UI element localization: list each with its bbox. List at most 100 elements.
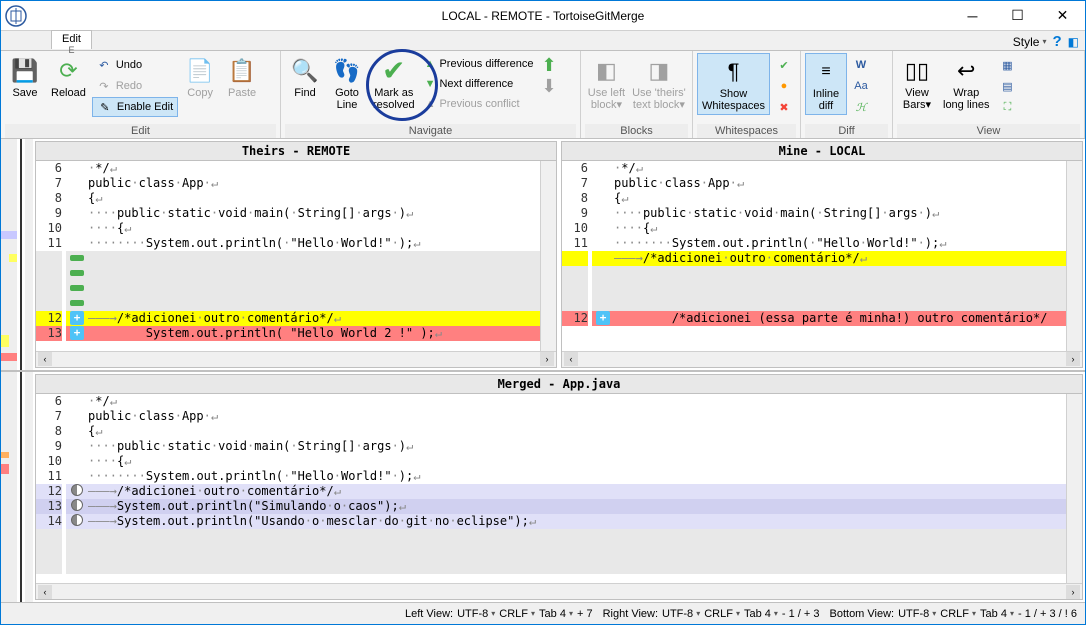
arrow-down-icon: ▼ xyxy=(425,78,436,90)
right-diff-count: - 1 / + 3 xyxy=(782,608,820,620)
left-enc-dropdown[interactable]: UTF-8 xyxy=(457,608,495,620)
group-label-edit: Edit xyxy=(5,124,276,138)
ws-option1-button[interactable]: ✔ xyxy=(772,55,796,75)
nav-down-icon[interactable]: ⬇ xyxy=(541,76,556,97)
diff-opt2-button[interactable]: Aa xyxy=(849,76,873,96)
window-title: LOCAL - REMOTE - TortoiseGitMerge xyxy=(442,9,645,23)
maximize-button[interactable]: ☐ xyxy=(995,1,1040,30)
block-theirs-icon: ◨ xyxy=(643,55,675,87)
view-bars-button[interactable]: ▯▯ View Bars▾ xyxy=(897,53,937,113)
merged-pane: Merged - App.java 67891011121314 ·*/↵pub… xyxy=(35,374,1083,601)
inline-diff-icon: ≡ xyxy=(810,56,842,88)
reload-icon: ⟳ xyxy=(52,55,84,87)
group-label-diff: Diff xyxy=(805,124,888,138)
find-icon: 🔍 xyxy=(289,55,321,87)
theirs-code[interactable]: 678910111213 ++ ·*/↵public·class·App·↵{↵… xyxy=(36,161,556,351)
bottom-tab-dropdown[interactable]: Tab 4 xyxy=(980,608,1014,620)
paste-icon: 📋 xyxy=(226,55,258,87)
merged-hscroll[interactable]: ‹› xyxy=(36,583,1082,599)
group-label-navigate: Navigate xyxy=(285,124,576,138)
save-icon: 💾 xyxy=(9,55,41,87)
minimize-button[interactable]: ─ xyxy=(950,1,995,30)
diff-opt1-button[interactable]: W xyxy=(849,55,873,75)
use-left-button[interactable]: ◧ Use left block▾ xyxy=(585,53,628,113)
wrap-lines-button[interactable]: ↩ Wrap long lines xyxy=(939,53,993,113)
bottom-enc-dropdown[interactable]: UTF-8 xyxy=(898,608,936,620)
goto-line-button[interactable]: 👣 Goto Line xyxy=(327,53,367,113)
bottom-diff-count: - 1 / + 3 / ! 6 xyxy=(1018,608,1077,620)
right-eol-dropdown[interactable]: CRLF xyxy=(704,608,740,620)
arrow-up-icon: ▲ xyxy=(425,98,436,110)
arrow-up-icon: ▲ xyxy=(425,58,436,70)
goto-icon: 👣 xyxy=(331,55,363,87)
edit-icon: ✎ xyxy=(97,99,113,115)
layout1-icon: ▦ xyxy=(999,57,1015,73)
left-diff-count: + 7 xyxy=(577,608,593,620)
save-button[interactable]: 💾 Save xyxy=(5,53,45,101)
right-enc-dropdown[interactable]: UTF-8 xyxy=(662,608,700,620)
prev-diff-button[interactable]: ▲Previous difference xyxy=(421,55,538,73)
right-tab-dropdown[interactable]: Tab 4 xyxy=(744,608,778,620)
app-icon xyxy=(1,1,31,31)
group-label-whitespaces: Whitespaces xyxy=(697,124,796,138)
merged-vscroll[interactable] xyxy=(1066,394,1082,584)
copy-button[interactable]: 📄 Copy xyxy=(180,53,220,101)
wrap-icon: ↩ xyxy=(950,55,982,87)
group-label-view: View xyxy=(897,124,1080,138)
help-icon[interactable]: ? xyxy=(1052,33,1061,50)
paste-button[interactable]: 📋 Paste xyxy=(222,53,262,101)
reload-button[interactable]: ⟳ Reload xyxy=(47,53,90,101)
ws-option2-button[interactable]: ● xyxy=(772,76,796,96)
mine-vscroll[interactable] xyxy=(1066,161,1082,351)
mark-resolved-button[interactable]: ✔ Mark as resolved xyxy=(369,53,419,113)
merged-header: Merged - App.java xyxy=(36,375,1082,394)
show-whitespaces-button[interactable]: ¶ Show Whitespaces xyxy=(697,53,770,115)
diff-opt3-button[interactable]: ℋ xyxy=(849,97,873,117)
mine-hscroll[interactable]: ‹› xyxy=(562,351,1082,367)
check-icon: ✔ xyxy=(378,55,410,87)
left-eol-dropdown[interactable]: CRLF xyxy=(499,608,535,620)
style-dropdown[interactable]: Style xyxy=(1013,35,1047,49)
view-opt2-button[interactable]: ▤ xyxy=(995,76,1019,96)
expand-icon: ⛶ xyxy=(999,99,1015,115)
w-icon: W xyxy=(853,57,869,73)
mine-header: Mine - LOCAL xyxy=(562,142,1082,161)
bottom-view-label: Bottom View: xyxy=(830,608,895,620)
inline-diff-button[interactable]: ≡ Inline diff xyxy=(805,53,847,115)
dot-icon: ● xyxy=(776,78,792,94)
mine-pane: Mine - LOCAL 6789101112 + ·*/↵public·cla… xyxy=(561,141,1083,368)
next-diff-button[interactable]: ▼Next difference xyxy=(421,75,538,93)
theirs-vscroll[interactable] xyxy=(540,161,556,351)
right-view-label: Right View: xyxy=(603,608,658,620)
script-icon: ℋ xyxy=(853,99,869,115)
view-opt3-button[interactable]: ⛶ xyxy=(995,97,1019,117)
overview-gutter-merged[interactable] xyxy=(1,372,33,603)
nav-up-icon[interactable]: ⬆ xyxy=(541,55,556,76)
view-opt1-button[interactable]: ▦ xyxy=(995,55,1019,75)
ws-option3-button[interactable]: ✖ xyxy=(772,97,796,117)
enable-edit-button[interactable]: ✎Enable Edit xyxy=(92,97,178,117)
sidebar-toggle-icon[interactable]: ◧ xyxy=(1068,35,1079,49)
aa-icon: Aa xyxy=(853,78,869,94)
find-button[interactable]: 🔍 Find xyxy=(285,53,325,101)
bars-icon: ▯▯ xyxy=(901,55,933,87)
close-button[interactable]: ✕ xyxy=(1040,1,1085,30)
mine-code[interactable]: 6789101112 + ·*/↵public·class·App·↵{↵···… xyxy=(562,161,1082,351)
bottom-eol-dropdown[interactable]: CRLF xyxy=(940,608,976,620)
theirs-hscroll[interactable]: ‹› xyxy=(36,351,556,367)
copy-icon: 📄 xyxy=(184,55,216,87)
overview-gutter-left[interactable] xyxy=(1,139,33,370)
undo-button[interactable]: ↶Undo xyxy=(92,55,178,75)
theirs-pane: Theirs - REMOTE 678910111213 ++ ·*/↵publ… xyxy=(35,141,557,368)
layout2-icon: ▤ xyxy=(999,78,1015,94)
redo-button[interactable]: ↷Redo xyxy=(92,76,178,96)
x-red-icon: ✖ xyxy=(776,99,792,115)
tab-edit[interactable]: Edit E xyxy=(51,30,92,49)
use-theirs-button[interactable]: ◨ Use 'theirs' text block▾ xyxy=(630,53,688,113)
merged-code[interactable]: 67891011121314 ·*/↵public·class·App·↵{↵·… xyxy=(36,394,1082,584)
workarea: Theirs - REMOTE 678910111213 ++ ·*/↵publ… xyxy=(1,139,1085,602)
prev-conflict-button[interactable]: ▲Previous conflict xyxy=(421,95,538,113)
statusbar: Left View: UTF-8 CRLF Tab 4 + 7 Right Vi… xyxy=(1,602,1085,624)
left-tab-dropdown[interactable]: Tab 4 xyxy=(539,608,573,620)
undo-icon: ↶ xyxy=(96,57,112,73)
